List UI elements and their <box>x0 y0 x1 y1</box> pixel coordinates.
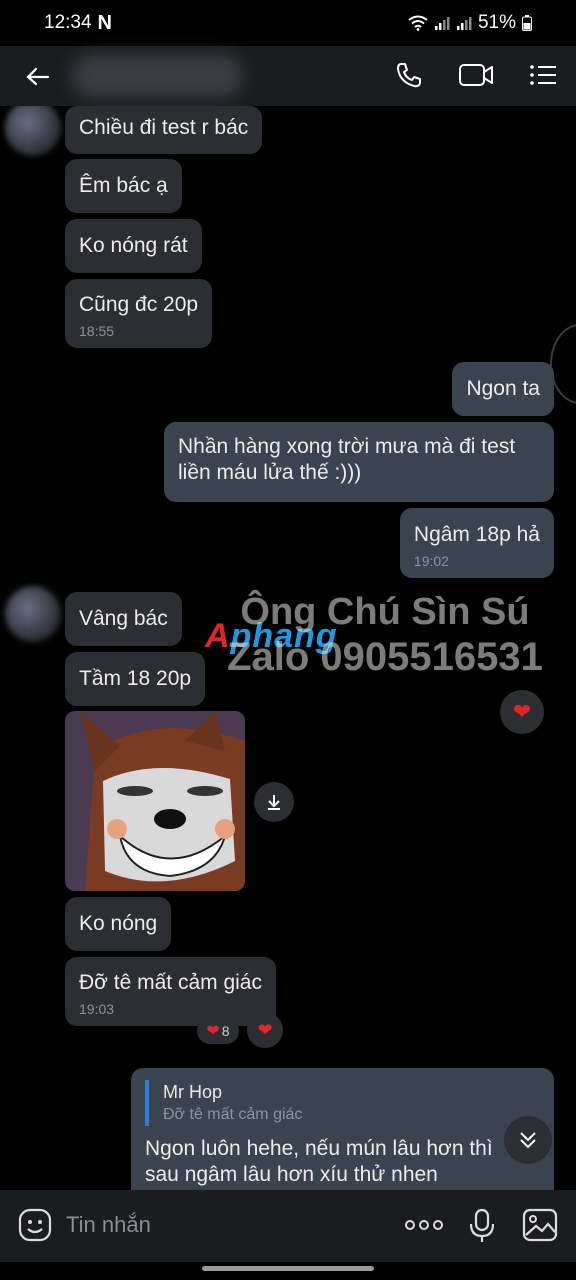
message-text: Ko nóng rát <box>79 234 188 257</box>
dog-sticker-illustration <box>65 711 245 891</box>
scroll-down-button[interactable] <box>504 1116 552 1164</box>
message-text: Cũng đc 20p <box>79 293 199 316</box>
signal-icon-2 <box>456 17 472 30</box>
message-time: 19:02 <box>413 553 449 569</box>
incoming-message[interactable]: Chiều đi test r bác <box>65 106 263 154</box>
contact-avatar[interactable] <box>5 106 61 156</box>
wifi-icon <box>408 15 428 31</box>
watermark-logo: Aphang <box>205 617 338 655</box>
contact-name-blurred[interactable] <box>72 54 242 98</box>
message-text: Đỡ tê mất cảm giác <box>79 971 262 994</box>
status-bar: 12:34 N 51% <box>0 0 576 46</box>
incoming-message[interactable]: Cũng đc 20p 18:55 <box>65 279 213 348</box>
sticker-image[interactable] <box>65 711 245 891</box>
chat-header <box>0 46 576 106</box>
image-gallery-icon[interactable] <box>522 1208 558 1242</box>
reaction-count: 8 <box>221 1023 230 1039</box>
incoming-message[interactable]: Ko nóng rát <box>65 219 202 273</box>
quoted-message[interactable]: Mr Hop Đỡ tê mất cảm giác <box>145 1080 540 1126</box>
incoming-message[interactable]: Đỡ tê mất cảm giác 19:03 <box>65 957 276 1026</box>
status-time: 12:34 <box>44 12 92 33</box>
download-icon <box>268 795 280 810</box>
reaction-button[interactable]: ❤ <box>247 1012 283 1048</box>
quoted-sender: Mr Hop <box>163 1082 223 1102</box>
signal-icon <box>434 17 450 30</box>
reaction-button[interactable]: ❤ <box>500 690 544 734</box>
outgoing-message[interactable]: Nhần hàng xong trời mưa mà đi test liền … <box>164 422 554 502</box>
message-text: Ngon luôn hehe, nếu mún lâu hơn thì sau … <box>145 1136 540 1188</box>
message-composer: Tin nhắn <box>0 1190 576 1262</box>
contact-avatar[interactable] <box>5 586 61 642</box>
message-time: 19:03 <box>79 1001 115 1017</box>
download-button[interactable] <box>254 782 294 822</box>
back-arrow-icon[interactable] <box>24 62 52 90</box>
message-text: Ko nóng <box>79 912 158 935</box>
heart-icon: ❤ <box>512 699 532 724</box>
outgoing-reply-message[interactable]: Mr Hop Đỡ tê mất cảm giác Ngon luôn hehe… <box>131 1068 554 1190</box>
incoming-message[interactable]: Vâng bác <box>65 592 182 646</box>
menu-list-icon[interactable] <box>528 60 558 90</box>
incoming-message[interactable]: Êm bác ạ <box>65 159 182 213</box>
outgoing-message[interactable]: Ngâm 18p hả 19:02 <box>399 508 554 578</box>
message-text: Nhần hàng xong trời mưa mà đi test <box>178 435 516 458</box>
message-input[interactable]: Tin nhắn <box>66 1212 151 1238</box>
battery-percent: 51% <box>477 12 516 33</box>
incoming-message[interactable]: Ko nóng <box>65 897 172 951</box>
message-text: Tầm 18 20p <box>79 667 192 690</box>
message-text: Êm bác ạ <box>79 174 168 197</box>
heart-icon: ❤ <box>206 1023 220 1040</box>
phone-call-icon[interactable] <box>394 60 424 90</box>
netflix-icon: N <box>97 11 112 34</box>
message-line: Ngon luôn hehe, nếu mún lâu hơn thì <box>145 1137 493 1160</box>
emoji-sticker-icon[interactable] <box>18 1208 52 1242</box>
message-text: Ngon ta <box>466 377 540 400</box>
message-text: liền máu lửa thế :))) <box>178 461 362 484</box>
reaction-summary[interactable]: ❤ 8 <box>197 1018 239 1044</box>
incoming-message[interactable]: Tầm 18 20p <box>65 652 206 706</box>
heart-icon: ❤ <box>257 1019 273 1040</box>
message-text: Chiều đi test r bác <box>79 116 249 139</box>
battery-icon <box>522 15 532 31</box>
outgoing-message[interactable]: Ngon ta <box>452 362 554 416</box>
quoted-text: Đỡ tê mất cảm giác <box>163 1106 303 1123</box>
more-options-icon[interactable] <box>404 1218 444 1232</box>
message-text: Vâng bác <box>79 607 168 630</box>
home-indicator[interactable] <box>202 1266 374 1271</box>
microphone-icon[interactable] <box>468 1208 496 1244</box>
video-call-icon[interactable] <box>458 60 494 90</box>
message-line: sau ngâm lâu hơn xíu thử nhen <box>145 1163 438 1186</box>
message-text: Ngâm 18p hả <box>413 523 540 546</box>
double-chevron-down-icon <box>520 1132 536 1149</box>
message-time: 18:55 <box>79 323 115 339</box>
